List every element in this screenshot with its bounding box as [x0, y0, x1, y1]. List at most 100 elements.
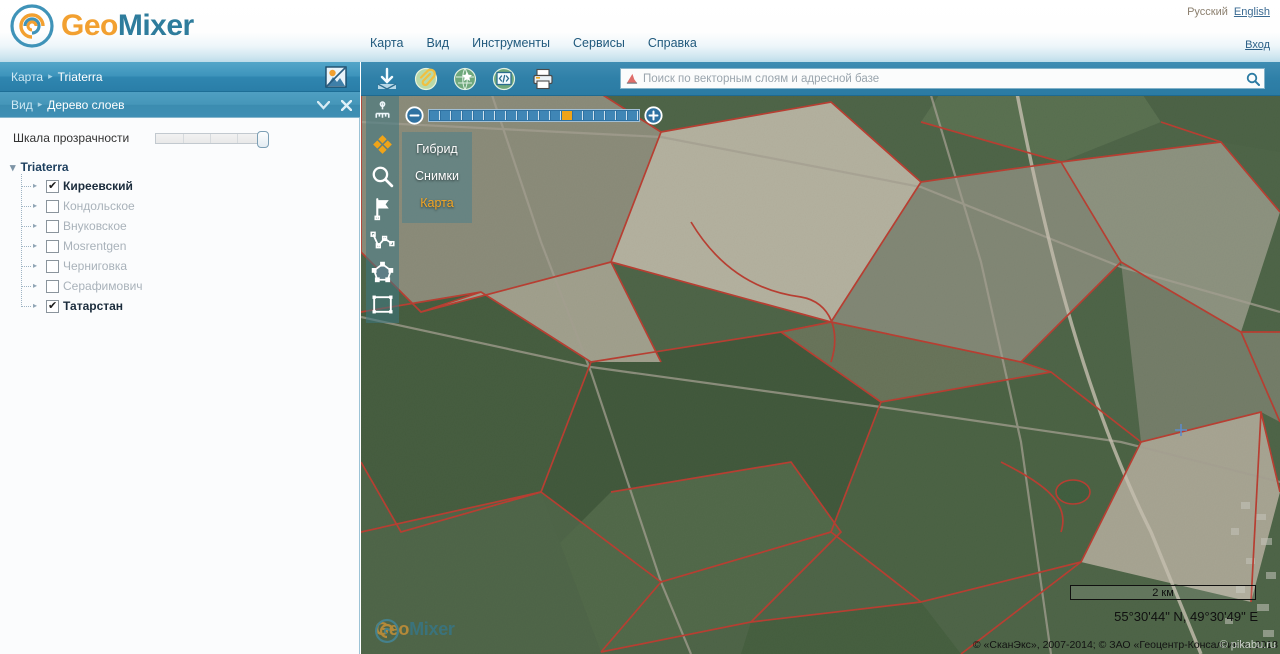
search-icon[interactable] — [1246, 72, 1260, 86]
zoom-level-segment[interactable] — [430, 111, 440, 120]
breadcrumb-current-map: Triaterra — [57, 69, 103, 84]
layer-checkbox[interactable] — [46, 239, 59, 253]
zoom-level-segment[interactable] — [474, 111, 484, 120]
layer-expand-icon[interactable]: ▸ — [33, 242, 42, 250]
layer-tree-item[interactable]: ▸ Киреевский — [21, 176, 359, 196]
zoom-level-segment[interactable] — [628, 111, 638, 120]
zoom-level-segment[interactable] — [606, 111, 616, 120]
transparency-label: Шкала прозрачности — [13, 131, 130, 145]
zoom-level-segment[interactable] — [441, 111, 451, 120]
layer-label: Татарстан — [63, 299, 124, 313]
layer-tree-item[interactable]: ▸ Серафимович — [21, 276, 359, 296]
map-canvas[interactable]: GeoMixer 2 км 55°30'44" N, 49°30'49" E ©… — [361, 62, 1280, 654]
layer-tree-item[interactable]: ▸ Татарстан — [21, 296, 359, 316]
geomixer-app: GeoMixer Русский English Вход Карта Вид И… — [0, 0, 1280, 654]
breadcrumb-root-map[interactable]: Карта — [11, 70, 43, 84]
layer-label: Внуковское — [63, 219, 127, 233]
zoom-level-segment[interactable] — [617, 111, 627, 120]
zoom-out-button[interactable] — [405, 106, 424, 125]
brand-mixer: Mixer — [117, 9, 194, 42]
zoom-level-segment[interactable] — [573, 111, 583, 120]
transparency-slider-handle[interactable] — [257, 130, 269, 148]
layer-checkbox[interactable] — [46, 259, 59, 273]
breadcrumb-current-view: Дерево слоев — [47, 97, 125, 112]
layer-tree-item[interactable]: ▸ Черниговка — [21, 256, 359, 276]
menu-item-map[interactable]: Карта — [370, 36, 403, 50]
zoom-level-segment[interactable] — [584, 111, 594, 120]
layer-tree-item[interactable]: ▸ Кондольское — [21, 196, 359, 216]
layer-checkbox[interactable] — [46, 279, 59, 293]
zoom-level-segment[interactable] — [507, 111, 517, 120]
favorites-globe-icon[interactable] — [453, 67, 477, 91]
layer-checkbox[interactable] — [46, 219, 59, 233]
brand-logo[interactable]: GeoMixer — [10, 4, 194, 48]
basemap-option[interactable]: Гибрид — [402, 136, 472, 163]
magnifier-icon[interactable] — [370, 164, 395, 189]
embed-code-icon[interactable] — [492, 67, 516, 91]
brand-geo: Geo — [61, 9, 118, 42]
view-breadcrumb-bar: Вид ▸ Дерево слоев — [0, 92, 360, 118]
zoom-level-segment[interactable] — [496, 111, 506, 120]
download-icon[interactable] — [375, 67, 399, 91]
zoom-in-button[interactable] — [644, 106, 663, 125]
search-input[interactable] — [643, 72, 1246, 85]
login-link[interactable]: Вход — [1245, 39, 1270, 51]
layer-label: Mosrentgen — [63, 239, 127, 253]
layer-checkbox[interactable] — [46, 299, 59, 313]
map-image-icon[interactable] — [325, 66, 347, 88]
menu-item-help[interactable]: Справка — [648, 36, 697, 50]
layer-tree-item[interactable]: ▸ Внуковское — [21, 216, 359, 236]
layer-expand-icon[interactable]: ▸ — [33, 262, 42, 270]
polyline-icon[interactable] — [370, 228, 395, 253]
breadcrumb-root-view[interactable]: Вид — [11, 98, 33, 112]
basemap-option[interactable]: Снимки — [402, 163, 472, 190]
zoom-level-segment[interactable] — [518, 111, 528, 120]
tree-collapse-icon[interactable]: ▾ — [10, 161, 16, 174]
zoom-level-segment[interactable] — [485, 111, 495, 120]
layer-expand-icon[interactable]: ▸ — [33, 222, 42, 230]
zoom-level-segment[interactable] — [540, 111, 550, 120]
ruler-icon[interactable] — [370, 100, 395, 125]
search-box[interactable] — [620, 68, 1265, 89]
layer-label: Кондольское — [63, 199, 135, 213]
zoom-level-segment[interactable] — [551, 111, 561, 120]
zoom-slider[interactable] — [405, 106, 663, 125]
rectangle-icon[interactable] — [370, 292, 395, 317]
zoom-level-segment[interactable] — [562, 111, 572, 120]
menu-item-tools[interactable]: Инструменты — [472, 36, 550, 50]
layer-label: Киреевский — [63, 179, 133, 193]
pikabu-watermark: © pikabu.ru — [1219, 639, 1276, 651]
zoom-level-segment[interactable] — [595, 111, 605, 120]
basemap-option[interactable]: Карта — [402, 190, 472, 217]
zoom-level-segment[interactable] — [529, 111, 539, 120]
menu-item-view[interactable]: Вид — [426, 36, 449, 50]
panel-controls — [317, 92, 352, 118]
lang-russian[interactable]: Русский — [1187, 6, 1228, 18]
menu-item-services[interactable]: Сервисы — [573, 36, 625, 50]
attach-icon[interactable] — [414, 67, 438, 91]
flag-marker-icon[interactable] — [370, 196, 395, 221]
satellite-imagery — [361, 62, 1280, 654]
transparency-slider[interactable] — [155, 130, 269, 148]
layer-checkbox[interactable] — [46, 199, 59, 213]
layer-tree-item[interactable]: ▸ Mosrentgen — [21, 236, 359, 256]
lang-english[interactable]: English — [1234, 6, 1270, 18]
layer-label: Серафимович — [63, 279, 143, 293]
chevron-down-icon[interactable] — [317, 100, 330, 110]
app-header: GeoMixer Русский English Вход Карта Вид И… — [0, 0, 1280, 62]
layer-expand-icon[interactable]: ▸ — [33, 302, 42, 310]
polygon-icon[interactable] — [370, 260, 395, 285]
pan-icon[interactable] — [370, 132, 395, 157]
zoom-slider-track[interactable] — [428, 109, 640, 122]
layer-expand-icon[interactable]: ▸ — [33, 182, 42, 190]
print-icon[interactable] — [531, 67, 555, 91]
close-icon[interactable] — [341, 99, 352, 111]
zoom-level-segment[interactable] — [463, 111, 473, 120]
tree-root-node[interactable]: ▾ Triaterra — [8, 158, 359, 176]
layer-expand-icon[interactable]: ▸ — [33, 202, 42, 210]
scale-bar: 2 км — [1070, 585, 1256, 600]
layer-expand-icon[interactable]: ▸ — [33, 282, 42, 290]
brand-text: GeoMixer — [61, 9, 194, 43]
zoom-level-segment[interactable] — [452, 111, 462, 120]
layer-checkbox[interactable] — [46, 179, 59, 193]
